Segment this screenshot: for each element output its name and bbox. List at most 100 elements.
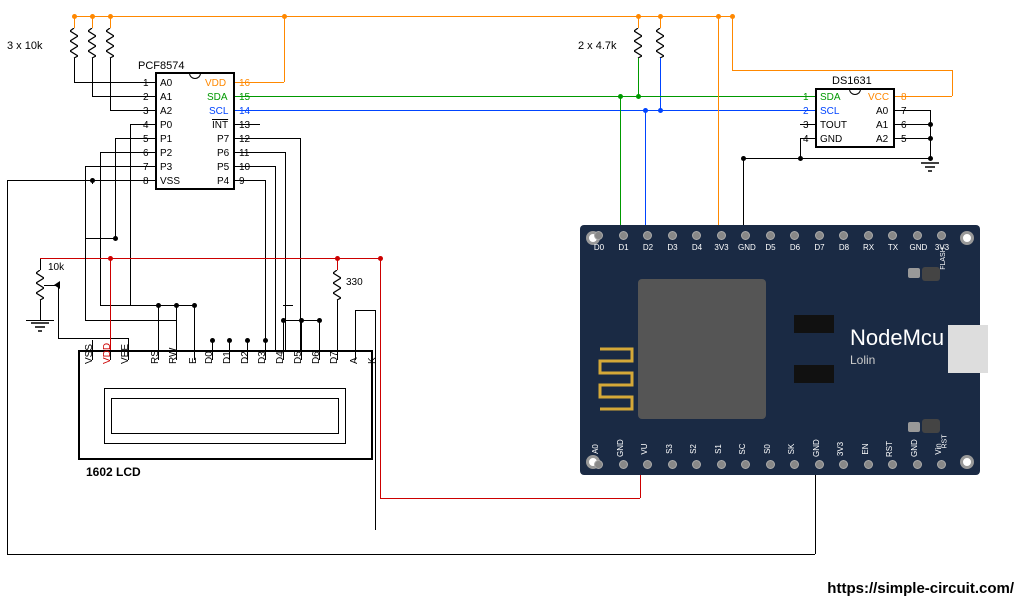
lcd-pin-d7: D7 xyxy=(329,351,340,364)
pcf-num-9: 9 xyxy=(239,176,245,187)
mcu-bot-label-gnd: GND xyxy=(616,441,625,457)
pcf-num-16: 16 xyxy=(239,78,250,89)
mcu-top-pin-gnd xyxy=(741,231,750,240)
mcu-bot-pin-s3 xyxy=(668,460,677,469)
pcf-pin-p0: P0 xyxy=(160,120,172,131)
ds-num-6: 6 xyxy=(901,120,907,131)
mcu-bot-pin-s2 xyxy=(692,460,701,469)
pcf-pin-vdd: VDD xyxy=(205,78,226,89)
pcf-pin-p6: P6 xyxy=(217,148,229,159)
resistor-10k-pot xyxy=(36,270,44,300)
pcf-pin-a1: A1 xyxy=(160,92,172,103)
label-10k: 10k xyxy=(48,262,64,273)
mcu-top-label-gnd: GND xyxy=(738,243,754,252)
ds-num-4: 4 xyxy=(803,134,809,145)
mcu-bot-pin-s0 xyxy=(766,460,775,469)
mcu-top-pin-d4 xyxy=(692,231,701,240)
lcd-pin-d0: D0 xyxy=(204,351,215,364)
mcu-top-pin-3v3 xyxy=(717,231,726,240)
lcd-title: 1602 LCD xyxy=(86,465,141,479)
mcu-top-pin-d1 xyxy=(619,231,628,240)
lcd-pin-rs: RS xyxy=(150,350,161,364)
pcf-pin-p5: P5 xyxy=(217,162,229,173)
lcd-pin-k: K xyxy=(367,357,378,364)
label-2x47k: 2 x 4.7k xyxy=(578,40,617,52)
mcu-top-pin-tx xyxy=(888,231,897,240)
mcu-bot-label-gnd: GND xyxy=(910,441,919,457)
ds-pin-a0: A0 xyxy=(876,106,888,117)
pcf-pin-p1: P1 xyxy=(160,134,172,145)
pcf-num-4: 4 xyxy=(143,120,149,131)
pcf-pin-p3: P3 xyxy=(160,162,172,173)
mcu-top-pin-rx xyxy=(864,231,873,240)
lcd-pin-d4: D4 xyxy=(275,351,286,364)
mcu-bot-pin-gnd xyxy=(815,460,824,469)
ground-pot xyxy=(31,320,49,334)
mcu-top-label-d8: D8 xyxy=(836,243,852,252)
pcf-num-2: 2 xyxy=(143,92,149,103)
pcf-pin-p2: P2 xyxy=(160,148,172,159)
mcu-top-label-d5: D5 xyxy=(763,243,779,252)
pcf-pin-a0: A0 xyxy=(160,78,172,89)
lcd-pin-a: A xyxy=(349,357,360,364)
resistor-330 xyxy=(333,270,341,300)
chip-ds1631-title: DS1631 xyxy=(832,75,872,87)
lcd-pin-d2: D2 xyxy=(240,351,251,364)
mcu-top-label-3v3: 3V3 xyxy=(714,243,730,252)
ds-pin-vcc: VCC xyxy=(868,92,889,103)
chip-pcf8574-title: PCF8574 xyxy=(138,60,184,72)
pcf-pin-p7: P7 xyxy=(217,134,229,145)
board-nodemcu: NodeMcu v3 Lolin FLASH RST D0D1D2D3D43V3… xyxy=(580,225,980,475)
antenna-icon xyxy=(596,345,636,415)
mcu-top-pin-3v3 xyxy=(937,231,946,240)
lcd-inner xyxy=(111,398,339,434)
mcu-bot-label-a0: A0 xyxy=(591,441,600,457)
rst-button[interactable] xyxy=(922,419,940,433)
pcf-num-5: 5 xyxy=(143,134,149,145)
mcu-top-pin-gnd xyxy=(913,231,922,240)
mcu-top-pin-d5 xyxy=(766,231,775,240)
mcu-bot-pin-3v3 xyxy=(839,460,848,469)
pcf-num-3: 3 xyxy=(143,106,149,117)
pcf-pin-vss: VSS xyxy=(160,176,180,187)
resistor-47k-2 xyxy=(656,28,664,58)
mcu-bot-pin-vu xyxy=(643,460,652,469)
mcu-top-pin-d8 xyxy=(839,231,848,240)
lcd-pin-vdd: VDD xyxy=(102,343,113,364)
lcd-pin-rw: RW xyxy=(168,348,179,364)
mcu-top-label-d1: D1 xyxy=(616,243,632,252)
mcu-bot-pin-en xyxy=(864,460,873,469)
ds-num-3: 3 xyxy=(803,120,809,131)
mcu-top-label-d2: D2 xyxy=(640,243,656,252)
mcu-top-label-3v3: 3V3 xyxy=(934,243,950,252)
usb-port xyxy=(948,325,988,373)
mcu-bot-label-s3: S3 xyxy=(665,441,674,457)
mcu-top-label-rx: RX xyxy=(861,243,877,252)
label-3x10k: 3 x 10k xyxy=(7,40,42,52)
resistor-10k-1 xyxy=(70,28,78,58)
mcu-bot-pin-rst xyxy=(888,460,897,469)
mcu-top-label-d7: D7 xyxy=(812,243,828,252)
flash-button[interactable] xyxy=(922,267,940,281)
lcd-pin-d1: D1 xyxy=(222,351,233,364)
mcu-top-label-d3: D3 xyxy=(665,243,681,252)
mcu-bot-pin-gnd xyxy=(619,460,628,469)
mcu-top-pin-d7 xyxy=(815,231,824,240)
pcf-num-1: 1 xyxy=(143,78,149,89)
mcu-top-pin-d2 xyxy=(643,231,652,240)
resistor-47k-1 xyxy=(634,28,642,58)
mcu-bot-label-3v3: 3V3 xyxy=(836,441,845,457)
esp8266-shield xyxy=(638,279,766,419)
nodemcu-sub: Lolin xyxy=(850,353,875,367)
ds-pin-tout: TOUT xyxy=(820,120,847,131)
lcd-pin-vee: VEE xyxy=(120,344,131,364)
ds-num-7: 7 xyxy=(901,106,907,117)
ic-small xyxy=(794,315,834,333)
mcu-bot-pin-a0 xyxy=(594,460,603,469)
mcu-bot-label-s2: S2 xyxy=(689,441,698,457)
mcu-bot-pin-sk xyxy=(790,460,799,469)
pcf-num-15: 15 xyxy=(239,92,250,103)
lcd-pin-vss: VSS xyxy=(84,344,95,364)
flash-dot xyxy=(908,268,920,278)
mcu-top-label-tx: TX xyxy=(885,243,901,252)
